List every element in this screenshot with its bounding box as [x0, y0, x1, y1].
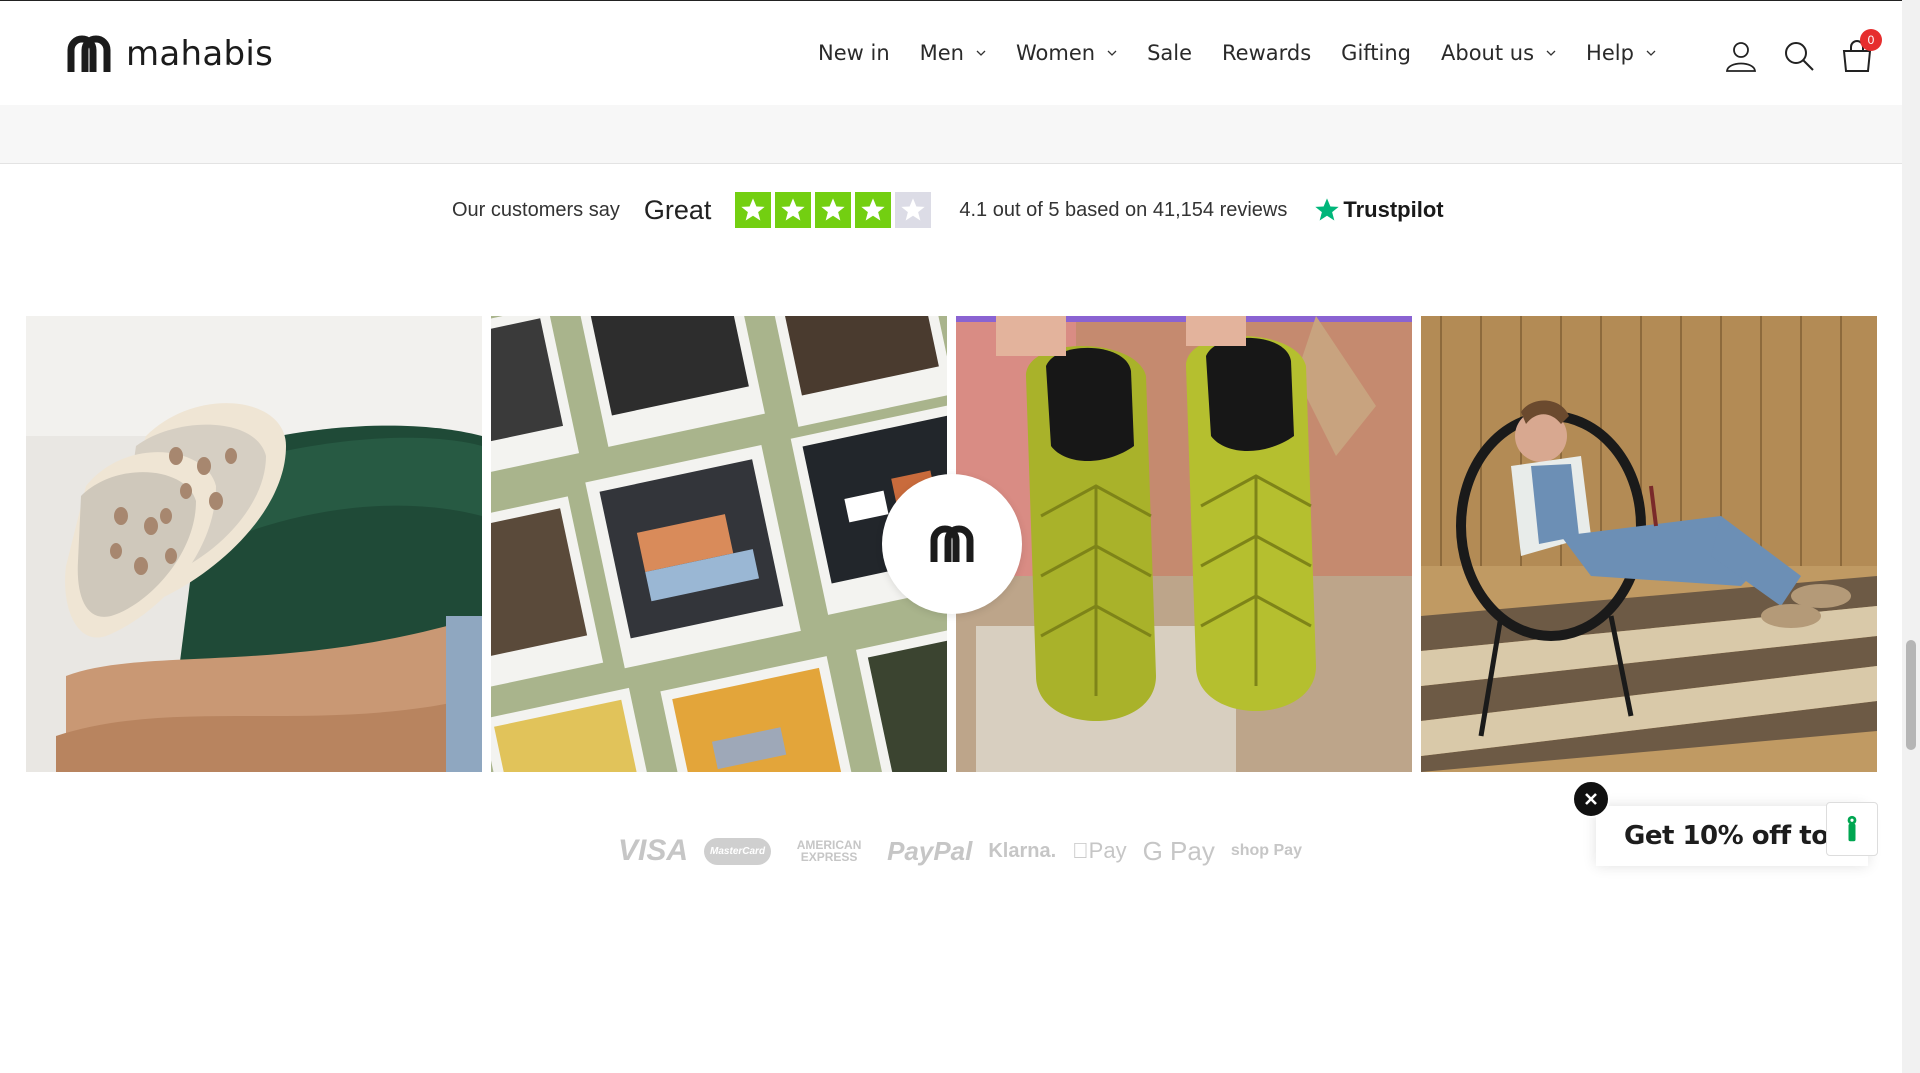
google-pay-logo: G Pay [1126, 835, 1215, 866]
mahabis-logo-icon [67, 35, 111, 72]
tag-icon [1847, 815, 1857, 842]
gallery-brand-badge[interactable] [882, 474, 1022, 614]
promo-close-button[interactable] [1572, 780, 1610, 818]
mahabis-logo-icon [930, 525, 974, 562]
apple-pay-logo: Pay [1072, 838, 1126, 864]
scrollbar-thumb[interactable] [1906, 640, 1916, 750]
header-actions: 0 [1724, 29, 1898, 73]
star-filled-icon [735, 192, 772, 228]
gallery-tile-polaroids[interactable] [491, 316, 947, 772]
star-filled-icon [855, 192, 892, 228]
nav-item-new-in[interactable]: New in [818, 41, 890, 65]
nav-item-label: Women [1015, 41, 1096, 65]
nav-item-about-us[interactable]: About us [1441, 41, 1556, 65]
chevron-down-icon [976, 50, 986, 56]
search-icon [1785, 42, 1814, 71]
main-nav: New in Men Women Sale Rewards Gifting Ab… [818, 41, 1686, 65]
trustpilot-summary: 4.1 out of 5 based on 41,154 reviews [959, 198, 1288, 221]
promo-tag-button[interactable] [1826, 802, 1878, 856]
shop-pay-logo: shop Pay [1214, 842, 1302, 859]
trustpilot-widget[interactable]: Our customers say Great 4.1 out of 5 bas… [452, 188, 1444, 232]
chevron-down-icon [1546, 50, 1556, 56]
payment-methods: VISA MasterCard AMERICAN EXPRESS PayPal … [618, 834, 1318, 868]
lounge-chair-image [1421, 316, 1877, 772]
trustpilot-star-icon [1315, 198, 1340, 221]
nav-item-label: Rewards [1222, 41, 1312, 65]
brand-logo[interactable]: mahabis [66, 34, 273, 74]
close-icon [1585, 793, 1597, 805]
nav-item-gifting[interactable]: Gifting [1341, 41, 1411, 65]
nav-item-rewards[interactable]: Rewards [1222, 41, 1311, 65]
nav-item-label: Help [1586, 41, 1634, 65]
trustpilot-intro: Our customers say [452, 198, 620, 221]
star-filled-icon [775, 192, 812, 228]
klarna-logo: Klarna. [988, 839, 1057, 862]
trustpilot-stars [735, 192, 935, 228]
polaroids-image [491, 316, 947, 772]
felt-slippers-image [26, 316, 482, 772]
visa-logo: VISA [618, 834, 689, 867]
nav-item-label: About us [1441, 41, 1535, 65]
nav-item-sale[interactable]: Sale [1147, 41, 1192, 65]
nav-item-help[interactable]: Help [1586, 41, 1656, 65]
announcement-band [0, 105, 1902, 164]
paypal-logo: PayPal [887, 835, 973, 866]
green-slippers-image [956, 316, 1412, 772]
user-icon [1726, 42, 1756, 72]
star-filled-icon [815, 192, 852, 228]
site-header: mahabis New in Men Women Sale Rewards Gi… [0, 0, 1902, 105]
chevron-down-icon [1107, 50, 1117, 56]
nav-item-label: New in [818, 41, 890, 65]
promo-text: Get 10% off today [1624, 821, 1844, 851]
trustpilot-rating-word: Great [643, 194, 712, 225]
brand-name: mahabis [126, 34, 274, 74]
nav-item-label: Men [919, 41, 964, 65]
nav-item-women[interactable]: Women [1016, 41, 1117, 65]
page-scrollbar[interactable] [1902, 0, 1920, 1073]
apple-pay-label: Pay [1072, 838, 1127, 863]
chevron-down-icon [1646, 50, 1656, 56]
nav-item-label: Gifting [1341, 41, 1412, 65]
nav-item-men[interactable]: Men [920, 41, 986, 65]
account-button[interactable] [1724, 39, 1758, 73]
cart-button[interactable]: 0 [1840, 29, 1882, 73]
cart-count-badge: 0 [1860, 29, 1882, 51]
trustpilot-brand: Trustpilot [1343, 197, 1444, 222]
amex-logo: AMERICAN EXPRESS [796, 838, 862, 864]
nav-item-label: Sale [1147, 41, 1193, 65]
gallery-tile-felt-slippers[interactable] [26, 316, 482, 772]
star-empty-icon [895, 192, 932, 228]
mastercard-logo: MasterCard [704, 837, 772, 865]
gallery-tile-green-slippers[interactable] [956, 316, 1412, 772]
gallery-tile-lounge-chair[interactable] [1421, 316, 1877, 772]
trustpilot-logo[interactable]: Trustpilot [1313, 196, 1444, 224]
search-button[interactable] [1782, 39, 1816, 73]
